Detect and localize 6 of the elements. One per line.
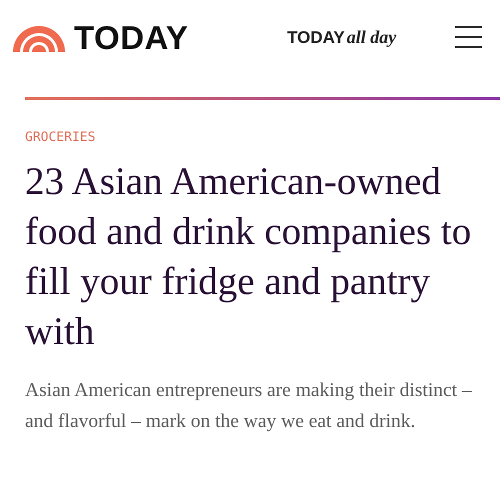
article-summary: Asian American entrepreneurs are making their distinct – and flavorful – mark on the way we eat and drink. [25,379,473,434]
today-all-day-link[interactable]: TODAYall day [287,26,396,48]
logo-text[interactable]: TODAY [74,20,188,54]
rainbow-logo-icon[interactable] [13,26,65,52]
menu-icon[interactable] [454,26,482,48]
article-headline: 23 Asian American-owned food and drink companies to fill your fridge and pantry with [25,159,472,355]
